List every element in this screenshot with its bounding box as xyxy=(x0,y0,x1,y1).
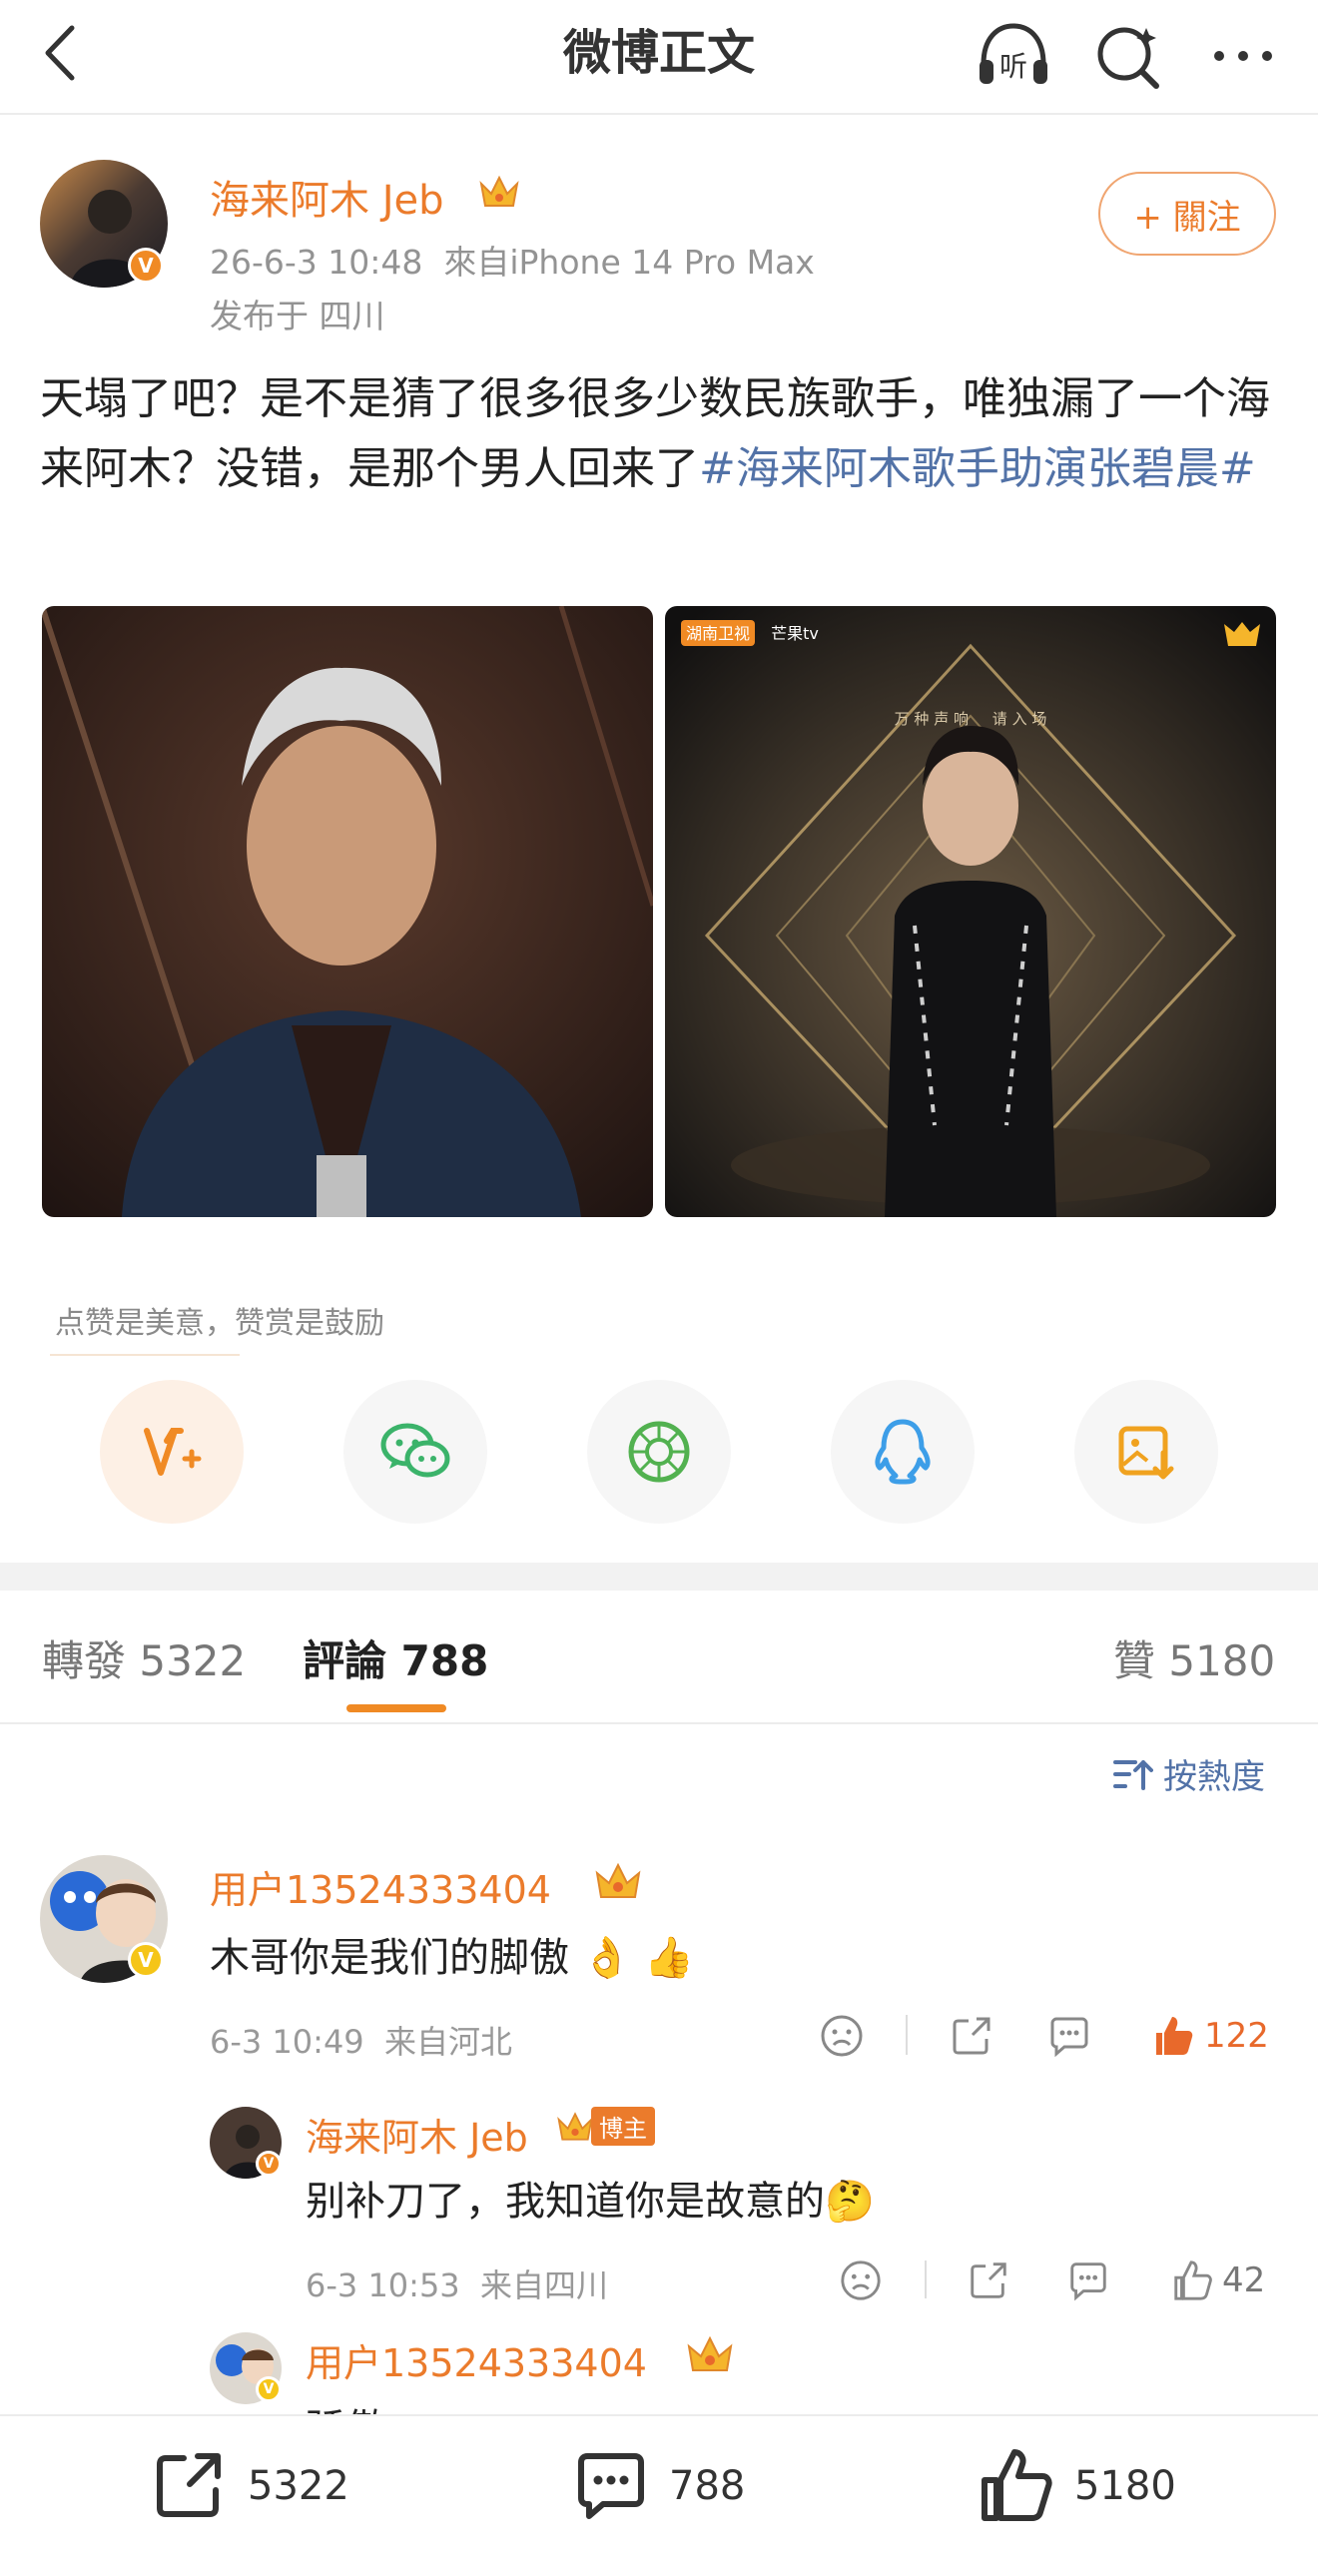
comment-icon xyxy=(578,2453,644,2519)
sort-icon xyxy=(1113,1759,1153,1790)
thumbs-up-icon xyxy=(982,2449,1052,2521)
author-tag: 博主 xyxy=(555,2107,655,2146)
wechat-icon xyxy=(380,1423,450,1478)
tab-likes[interactable]: 贊 5180 xyxy=(1113,1627,1275,1688)
verified-badge: V xyxy=(256,2151,282,2177)
like-count: 122 xyxy=(1204,2016,1269,2056)
reply-username[interactable]: 用户13524333404 xyxy=(306,2332,647,2387)
reply-text: 骄傲 xyxy=(306,2396,385,2414)
share-icon[interactable] xyxy=(949,2013,994,2063)
save-image-button[interactable] xyxy=(1074,1380,1218,1524)
blogger-badge: 博主 xyxy=(591,2107,655,2146)
crown-icon xyxy=(685,2332,735,2380)
mango-tv-logo: 芒果tv xyxy=(771,624,819,643)
back-icon[interactable] xyxy=(26,18,96,88)
repost-count: 5322 xyxy=(248,2463,349,2509)
share-wechat-button[interactable] xyxy=(343,1380,487,1524)
reply-meta: 6-3 10:53 来自四川 xyxy=(306,2266,609,2304)
like-icon xyxy=(1174,2260,1212,2300)
more-icon[interactable] xyxy=(1203,18,1283,94)
topic-link[interactable]: #海来阿木歌手助演张碧晨# xyxy=(699,443,1256,494)
post-image-2[interactable]: 湖南卫视 芒果tv 万 种 声 响 请 入 场 xyxy=(665,606,1276,1217)
share-qq-button[interactable] xyxy=(831,1380,975,1524)
crown-icon xyxy=(593,1859,643,1907)
like-button[interactable]: 5180 xyxy=(977,2446,1176,2526)
reward-icon xyxy=(144,1428,202,1476)
page-title: 微博正文 xyxy=(562,25,755,81)
verified-badge: V xyxy=(128,248,164,284)
post-time-source: 26-6-3 10:48 來自iPhone 14 Pro Max xyxy=(210,243,815,282)
reply-like-button[interactable]: 42 xyxy=(1170,2258,1265,2302)
reply-text: 别补刀了，我知道你是故意的🤔 xyxy=(306,2169,875,2227)
dislike-icon[interactable] xyxy=(819,2013,865,2063)
tab-reposts[interactable]: 轉發 5322 xyxy=(42,1627,246,1688)
comment-meta: 6-3 10:49 来自河北 xyxy=(210,2023,513,2061)
share-icon[interactable] xyxy=(967,2258,1010,2306)
reward-hint: 点赞是美意，赞赏是鼓励 xyxy=(55,1306,384,1341)
crown-icon xyxy=(557,2111,593,2141)
tab-indicator xyxy=(346,1704,446,1712)
tab-divider xyxy=(0,1722,1318,1724)
moments-icon xyxy=(628,1421,690,1483)
action-divider xyxy=(925,2260,927,2298)
hunan-tv-logo: 湖南卫视 xyxy=(686,624,750,643)
reply-icon[interactable] xyxy=(1046,2013,1092,2063)
dislike-icon[interactable] xyxy=(839,2258,883,2306)
like-count: 5180 xyxy=(1074,2463,1176,2509)
crown-icon xyxy=(477,172,521,216)
author-name[interactable]: 海来阿木 Jeb xyxy=(210,168,444,226)
repost-icon xyxy=(157,2453,221,2517)
reply-icon[interactable] xyxy=(1066,2258,1110,2306)
section-divider xyxy=(0,1563,1318,1591)
action-divider xyxy=(906,2015,908,2055)
qq-icon xyxy=(875,1419,931,1485)
comment-button[interactable]: 788 xyxy=(571,2446,745,2526)
post-location: 发布于 四川 xyxy=(210,297,385,335)
comment-like-button[interactable]: 122 xyxy=(1150,2013,1269,2059)
like-icon xyxy=(1156,2017,1193,2055)
listen-icon[interactable]: 听 xyxy=(974,18,1053,94)
emoji: 👌 👍 xyxy=(581,1935,695,1981)
listen-label: 听 xyxy=(999,50,1027,83)
comment-count: 788 xyxy=(669,2463,746,2509)
image-tagline: 万 种 声 响 请 入 场 xyxy=(895,710,1047,728)
reply-body: 别补刀了，我知道你是故意的 xyxy=(306,2179,825,2225)
verified-badge: V xyxy=(128,1942,164,1978)
comment-text: 木哥你是我们的脚傲 👌 👍 xyxy=(210,1925,694,1983)
post-body: 天塌了吧？是不是猜了很多很多少数民族歌手，唯独漏了一个海来阿木？没错，是那个男人… xyxy=(40,364,1278,504)
save-image-icon xyxy=(1118,1426,1174,1480)
sort-label: 按熱度 xyxy=(1163,1757,1265,1797)
comment-username[interactable]: 用户13524333404 xyxy=(210,1859,551,1914)
like-count: 42 xyxy=(1222,2260,1266,2300)
reply-username[interactable]: 海来阿木 Jeb xyxy=(306,2107,528,2162)
search-icon[interactable] xyxy=(1088,18,1168,94)
post-image-1[interactable] xyxy=(42,606,653,1217)
verified-badge: V xyxy=(256,2376,282,2402)
reward-button[interactable] xyxy=(100,1380,244,1524)
reward-hint-divider xyxy=(50,1354,240,1356)
tab-comments[interactable]: 評論 788 xyxy=(303,1627,488,1688)
emoji: 🤔 xyxy=(825,2179,875,2225)
follow-button[interactable]: + 關注 xyxy=(1098,172,1276,256)
sort-button[interactable]: 按熱度 xyxy=(1113,1749,1265,1798)
repost-button[interactable]: 5322 xyxy=(150,2446,349,2526)
share-moments-button[interactable] xyxy=(587,1380,731,1524)
comment-body: 木哥你是我们的脚傲 xyxy=(210,1935,569,1981)
